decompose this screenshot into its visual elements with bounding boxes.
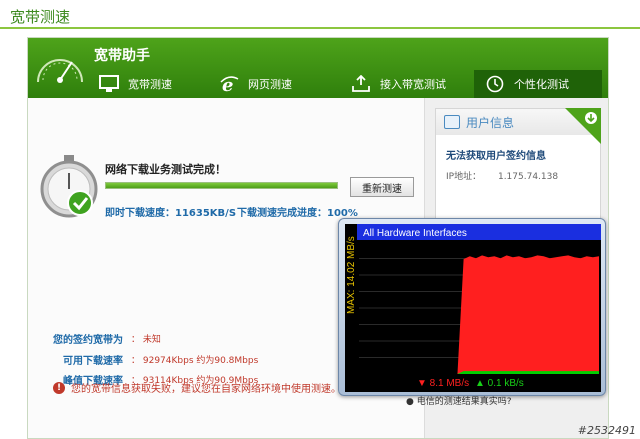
download-series-area — [359, 255, 599, 374]
upload-series-area — [359, 371, 599, 374]
upload-rate-label: ▲ 0.1 kB/s — [475, 378, 524, 389]
progress-percent-text: 下载测速完成进度：100% — [237, 208, 358, 219]
warning-icon: ! — [53, 381, 65, 394]
monitor-icon — [98, 74, 120, 94]
clock-icon — [484, 74, 506, 94]
available-rate-label: 可用下载速率 — [63, 356, 123, 367]
app-title: 宽带助手 — [94, 48, 150, 64]
download-progress-bar — [105, 182, 338, 189]
stopwatch-check-icon — [40, 155, 98, 218]
warning-message: ! 您的宽带信息获取失败，建议您在自家网络环境中使用测速。 — [53, 380, 341, 395]
user-info-card: 用户信息 无法获取用户签约信息 IP地址： 1.175.74.138 — [435, 108, 601, 226]
page-title: 宽带测速 — [10, 8, 71, 26]
tab-label: 网页测速 — [248, 78, 292, 91]
instant-speed-text: 即时下载速度：11635KB/S — [105, 208, 237, 219]
user-card-icon — [444, 115, 460, 129]
test-complete-message: 网络下载业务测试完成！ — [105, 163, 226, 176]
tab-label: 个性化测试 — [514, 78, 569, 91]
available-rate-value: ： 92974Kbps 约为90.8Mbps — [131, 356, 259, 366]
retest-button[interactable]: 重新测速 — [350, 177, 414, 197]
traffic-chart-svg: All Hardware Interfaces MAX: 14.02 MB/s … — [346, 224, 601, 392]
user-info-message: 无法获取用户签约信息 — [446, 151, 546, 162]
image-watermark: #2532491 — [577, 424, 636, 437]
tab-label: 宽带测速 — [128, 78, 172, 91]
ip-value: 1.175.74.138 — [497, 172, 559, 182]
download-arrow-icon[interactable] — [565, 108, 601, 144]
monitor-title: All Hardware Interfaces — [363, 228, 467, 239]
browser-e-icon: e — [218, 74, 240, 94]
tab-personalized-test[interactable]: 个性化测试 — [474, 70, 602, 98]
user-info-title: 用户信息 — [466, 116, 515, 130]
signed-bandwidth-value: ： 未知 — [131, 335, 161, 345]
network-monitor-widget[interactable]: All Hardware Interfaces MAX: 14.02 MB/s … — [338, 218, 606, 396]
progress-fill — [106, 183, 337, 188]
tab-access-bandwidth[interactable]: 接入带宽测试 — [346, 70, 466, 98]
download-rate-label: ▼ 8.1 MB/s — [417, 378, 469, 389]
tab-broadband-speed[interactable]: 宽带测速 — [94, 70, 204, 98]
monitor-max-label: MAX: 14.02 MB/s — [346, 236, 357, 314]
network-traffic-graph: All Hardware Interfaces MAX: 14.02 MB/s … — [345, 224, 601, 392]
speedometer-logo-icon — [37, 59, 83, 83]
title-divider — [0, 27, 640, 29]
tab-bar: 宽带测速 e 网页测速 接入带宽测试 个性化测试 — [88, 70, 608, 98]
app-header: 宽带助手 宽带测速 e 网页测速 接入带宽测试 个性化测试 — [28, 38, 608, 98]
signed-bandwidth-label: 您的签约宽带为 — [53, 335, 123, 346]
tab-label: 接入带宽测试 — [380, 78, 446, 91]
ip-label: IP地址： — [446, 172, 482, 182]
warning-text: 您的宽带信息获取失败，建议您在自家网络环境中使用测速。 — [71, 384, 341, 395]
upload-tray-icon — [350, 74, 372, 94]
ip-address-line: IP地址： 1.175.74.138 — [446, 169, 558, 182]
tab-web-speed[interactable]: e 网页测速 — [214, 70, 324, 98]
